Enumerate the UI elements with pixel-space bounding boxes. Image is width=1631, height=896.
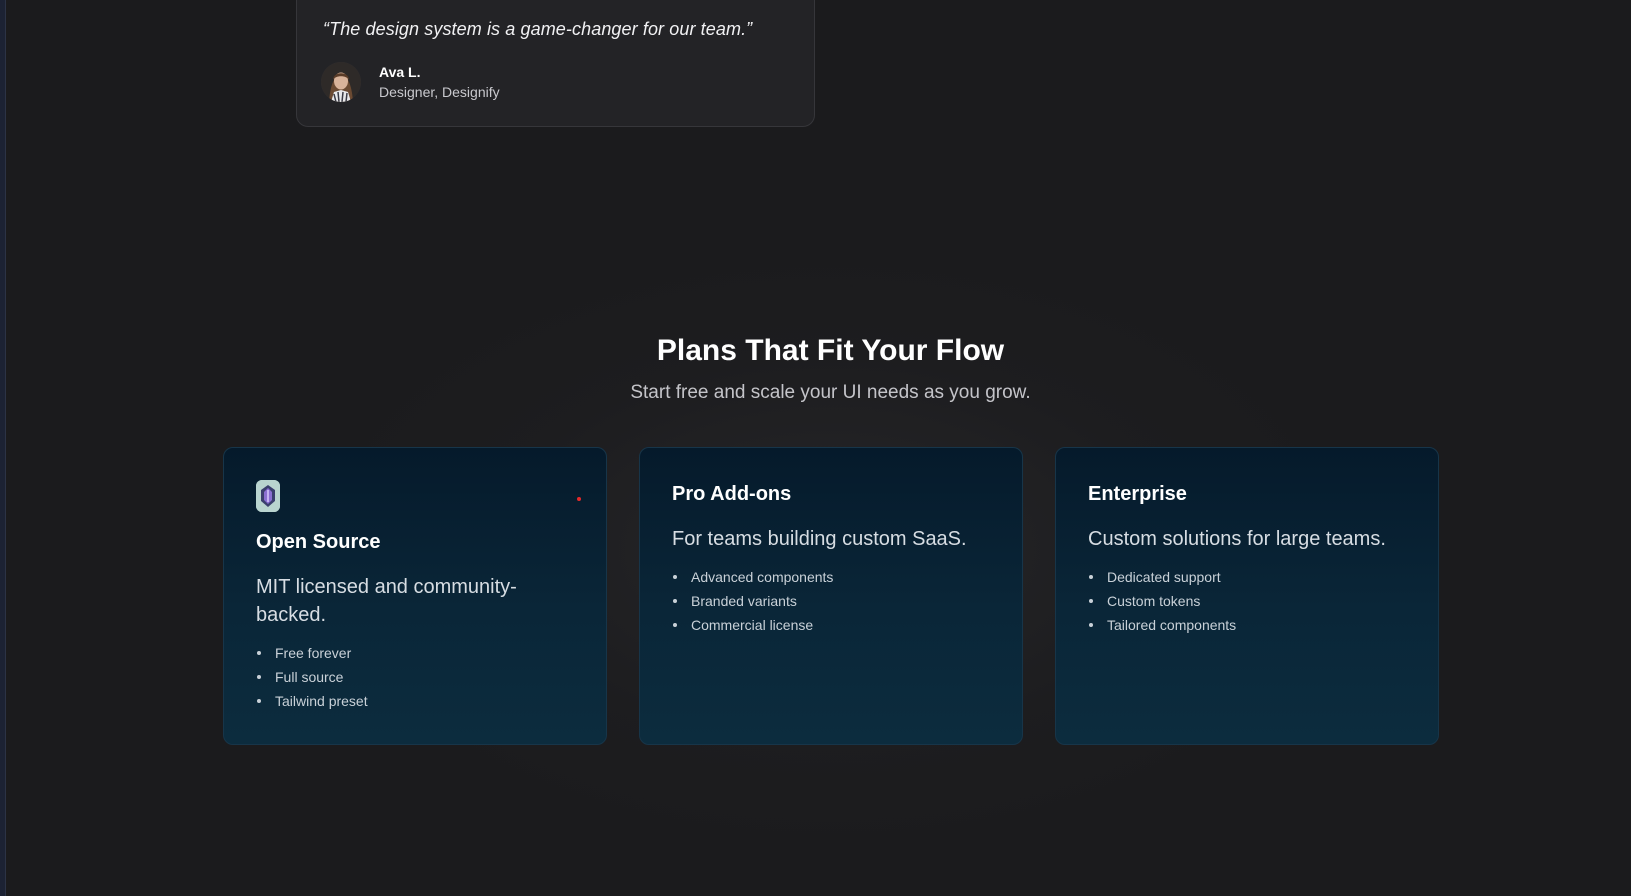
plan-title: Enterprise: [1088, 483, 1187, 505]
author-role: Designer, Designify: [379, 84, 500, 100]
feature-item: Branded variants: [672, 589, 833, 613]
plan-features: Advanced components Branded variants Com…: [672, 565, 833, 637]
feature-item: Commercial license: [672, 613, 833, 637]
status-dot: [577, 497, 581, 501]
plan-title: Open Source: [256, 531, 381, 553]
feature-item: Advanced components: [672, 565, 833, 589]
plan-card-enterprise[interactable]: Enterprise Custom solutions for large te…: [1055, 447, 1439, 745]
avatar: [321, 62, 361, 102]
testimonial-author: Ava L. Designer, Designify: [321, 62, 500, 102]
testimonial-quote: “The design system is a game-changer for…: [323, 19, 753, 39]
avatar-portrait-icon: [321, 62, 361, 102]
left-rail: [0, 0, 6, 896]
feature-item: Free forever: [256, 641, 368, 665]
plan-description: For teams building custom SaaS.: [672, 528, 967, 550]
feature-item: Dedicated support: [1088, 565, 1236, 589]
testimonial-card: “The design system is a game-changer for…: [296, 0, 815, 127]
logo-icon: [256, 480, 280, 512]
author-name: Ava L.: [379, 64, 421, 80]
feature-item: Tailwind preset: [256, 689, 368, 713]
plan-features: Dedicated support Custom tokens Tailored…: [1088, 565, 1236, 637]
pricing-cards: Open Source MIT licensed and community-b…: [223, 447, 1440, 745]
pricing-title: Plans That Fit Your Flow: [656, 334, 1005, 367]
plan-description: Custom solutions for large teams.: [1088, 528, 1386, 550]
plan-title: Pro Add-ons: [672, 483, 792, 505]
feature-item: Tailored components: [1088, 613, 1236, 637]
pricing-subtitle: Start free and scale your UI needs as yo…: [630, 382, 1031, 403]
plan-features: Free forever Full source Tailwind preset: [256, 641, 368, 713]
plan-card-pro-addons[interactable]: Pro Add-ons For teams building custom Sa…: [639, 447, 1023, 745]
plan-card-open-source[interactable]: Open Source MIT licensed and community-b…: [223, 447, 607, 745]
feature-item: Custom tokens: [1088, 589, 1236, 613]
plan-description: MIT licensed and community-backed.: [256, 576, 517, 626]
feature-item: Full source: [256, 665, 368, 689]
